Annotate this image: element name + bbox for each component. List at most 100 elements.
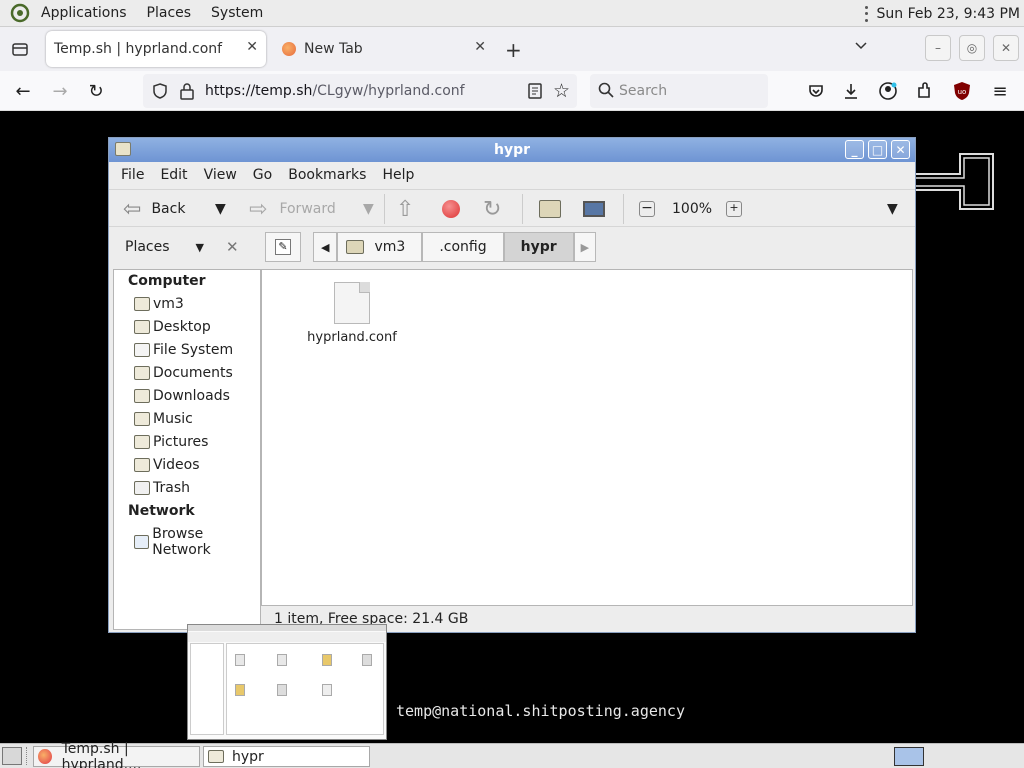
file-item[interactable]: hyprland.conf (306, 282, 398, 345)
reload-button[interactable]: ↻ (483, 197, 501, 222)
thumbnail-item (322, 684, 332, 696)
trash-icon (134, 481, 150, 495)
minimize-button[interactable]: – (925, 35, 951, 61)
breadcrumb-config[interactable]: .config (422, 232, 504, 262)
breadcrumb-scroll-left[interactable]: ◀ (313, 232, 338, 262)
pocket-icon[interactable] (804, 79, 828, 103)
workspace-switcher[interactable] (894, 747, 924, 766)
tab-overview-icon[interactable] (10, 39, 30, 59)
taskbar-item-file-manager[interactable]: hypr (203, 746, 370, 767)
home-folder-icon (346, 240, 365, 254)
ublock-origin-icon[interactable]: uo (950, 79, 974, 103)
edit-location-button[interactable]: ✎ (265, 232, 301, 262)
taskbar-item-label: Temp.sh | hyprland.... (61, 740, 142, 768)
menu-edit[interactable]: Edit (152, 167, 195, 183)
account-icon[interactable] (876, 79, 900, 103)
forward-arrow-icon[interactable]: → (48, 79, 72, 103)
stop-button[interactable] (442, 197, 460, 221)
minimize-button[interactable]: _ (845, 140, 864, 159)
menu-file[interactable]: File (109, 167, 152, 183)
shield-icon[interactable] (151, 82, 169, 104)
home-button[interactable] (539, 197, 561, 221)
search-bar[interactable]: Search (590, 74, 768, 108)
taskbar-item-browser[interactable]: Temp.sh | hyprland.... (33, 741, 200, 768)
firefox-icon (38, 749, 52, 764)
breadcrumb-hypr[interactable]: hypr (503, 232, 574, 262)
clock[interactable]: Sun Feb 23, 9:43 PM (864, 0, 1020, 27)
sidebar-item-label: Videos (153, 457, 200, 473)
zoom-in-button[interactable]: + (726, 197, 742, 221)
breadcrumb-scroll-right[interactable]: ▶ (573, 232, 597, 262)
thumbnail-toolbar (188, 632, 386, 642)
sidebar-item-browse-network[interactable]: Browse Network (134, 526, 260, 558)
sidebar-item-trash[interactable]: Trash (134, 480, 190, 496)
close-window-button[interactable]: ✕ (993, 35, 1019, 61)
tab-temp-sh[interactable]: Temp.sh | hyprland.conf ✕ (46, 31, 266, 67)
zoom-out-button[interactable]: − (639, 197, 655, 221)
sidebar-item-file-system[interactable]: File System (134, 342, 233, 358)
lock-icon[interactable] (179, 82, 195, 104)
sidebar-heading-network: Network (128, 503, 195, 519)
close-tab-icon[interactable]: ✕ (246, 39, 258, 55)
maximize-button[interactable]: ◎ (959, 35, 985, 61)
sidebar-item-pictures[interactable]: Pictures (134, 434, 208, 450)
menu-bookmarks[interactable]: Bookmarks (280, 167, 374, 183)
back-arrow-icon[interactable]: ← (11, 79, 35, 103)
places-menu[interactable]: Places (137, 5, 202, 21)
places-label[interactable]: Places (125, 239, 170, 255)
home-folder-icon (134, 297, 150, 311)
distro-logo-icon[interactable] (9, 2, 31, 24)
url-bar[interactable]: https://temp.sh/CLgyw/hyprland.conf ☆ (143, 74, 577, 108)
applications-menu[interactable]: Applications (31, 5, 137, 21)
forward-history-dropdown[interactable]: ▼ (363, 197, 374, 221)
breadcrumb-vm3[interactable]: vm3 (337, 232, 423, 262)
sidebar-item-documents[interactable]: Documents (134, 365, 233, 381)
file-name: hyprland.conf (307, 330, 397, 345)
thumbnail-menubar (188, 625, 386, 631)
menu-view[interactable]: View (196, 167, 245, 183)
maximize-button[interactable]: □ (868, 140, 887, 159)
sidebar-item-downloads[interactable]: Downloads (134, 388, 230, 404)
tab-new-tab[interactable]: New Tab ✕ (274, 31, 494, 67)
back-history-dropdown[interactable]: ▼ (215, 197, 226, 221)
show-desktop-icon[interactable] (2, 747, 22, 765)
window-preview-thumbnail[interactable] (187, 624, 387, 740)
menu-go[interactable]: Go (245, 167, 280, 183)
thumbnail-item (235, 654, 245, 666)
thumbnail-item (362, 654, 372, 666)
places-dropdown-icon[interactable]: ▼ (196, 241, 204, 254)
sidebar-item-music[interactable]: Music (134, 411, 193, 427)
toolbar-overflow-dropdown[interactable]: ▼ (887, 197, 898, 221)
window-titlebar[interactable]: hypr _ □ ✕ (109, 138, 915, 162)
hamburger-menu-icon[interactable]: ≡ (988, 79, 1012, 103)
file-view[interactable]: hyprland.conf (261, 269, 913, 606)
reload-icon[interactable]: ↻ (84, 79, 108, 103)
bookmark-star-icon[interactable]: ☆ (553, 80, 570, 102)
pictures-folder-icon (134, 435, 150, 449)
taskbar-item-label: hypr (232, 748, 264, 765)
new-tab-button[interactable]: + (505, 38, 522, 62)
system-menu[interactable]: System (201, 5, 273, 21)
menubar: File Edit View Go Bookmarks Help (109, 162, 915, 188)
url-text[interactable]: https://temp.sh/CLgyw/hyprland.conf (205, 83, 465, 99)
sidebar-header: Places ▼ ✕ (109, 228, 261, 266)
close-button[interactable]: ✕ (891, 140, 910, 159)
close-sidebar-icon[interactable]: ✕ (226, 238, 239, 256)
menu-help[interactable]: Help (374, 167, 422, 183)
reader-view-icon[interactable] (527, 82, 543, 104)
close-tab-icon[interactable]: ✕ (474, 39, 486, 55)
up-button[interactable]: ⇧ (396, 197, 414, 222)
tab-title: Temp.sh | hyprland.conf (54, 41, 223, 57)
documents-folder-icon (134, 366, 150, 380)
sidebar-item-label: Desktop (153, 319, 211, 335)
back-button[interactable]: ⇦ Back (123, 197, 185, 222)
sidebar-item-vm3[interactable]: vm3 (134, 296, 184, 312)
sidebar-item-videos[interactable]: Videos (134, 457, 200, 473)
tab-title: New Tab (304, 41, 363, 57)
computer-button[interactable] (583, 197, 605, 221)
sidebar-item-desktop[interactable]: Desktop (134, 319, 211, 335)
forward-button[interactable]: ⇨ Forward (249, 197, 336, 222)
extensions-icon[interactable] (912, 79, 936, 103)
list-tabs-chevron-down-icon[interactable] (853, 37, 869, 57)
downloads-icon[interactable] (839, 79, 863, 103)
